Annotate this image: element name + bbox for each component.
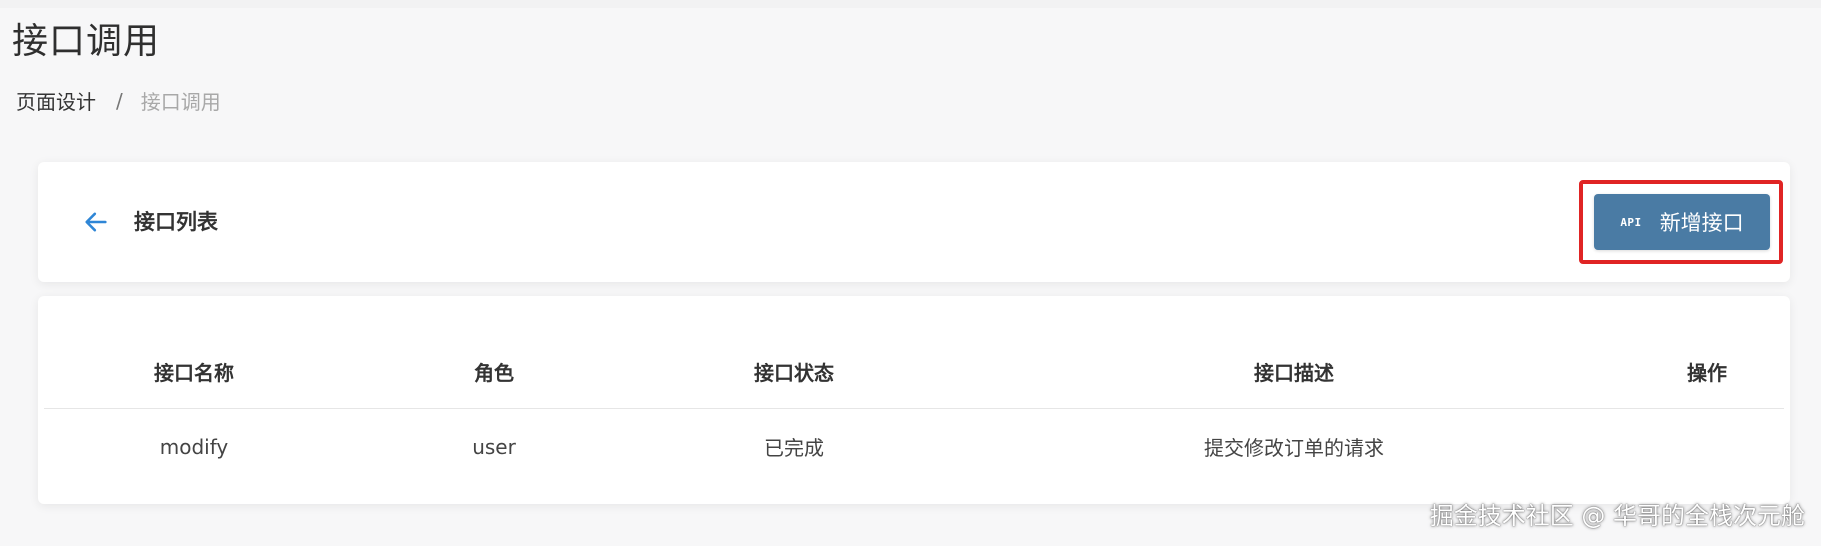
breadcrumb-parent-link[interactable]: 页面设计 (16, 86, 96, 115)
column-header-description: 接口描述 (1254, 361, 1334, 385)
page-title: 接口调用 (12, 21, 161, 62)
cell-role: user (472, 434, 516, 459)
breadcrumb: 页面设计 / 接口调用 (16, 86, 221, 115)
back-button[interactable] (78, 204, 114, 240)
api-icon: API (1620, 215, 1642, 229)
table-header-row: 接口名称 角色 接口状态 接口描述 操作 (44, 334, 1784, 409)
column-header-name: 接口名称 (154, 361, 234, 385)
watermark: 掘金技术社区 @ 华哥的全栈次元舱 (1429, 502, 1805, 530)
cell-status: 已完成 (764, 436, 824, 460)
cell-description: 提交修改订单的请求 (1204, 436, 1384, 460)
cell-api-name: modify (159, 434, 229, 459)
list-title: 接口列表 (134, 210, 218, 234)
table-row: modify user 已完成 提交修改订单的请求 (44, 409, 1784, 484)
column-header-status: 接口状态 (754, 361, 834, 385)
breadcrumb-current: 接口调用 (140, 90, 221, 114)
column-header-actions: 操作 (1687, 361, 1727, 385)
list-header-card: 接口列表 API 新增接口 (38, 162, 1790, 282)
column-header-role: 角色 (474, 361, 514, 385)
top-bar (0, 0, 1821, 8)
add-api-button[interactable]: API 新增接口 (1594, 194, 1770, 250)
arrow-left-icon (85, 212, 107, 232)
api-table-card: 接口名称 角色 接口状态 接口描述 操作 modify user 已完成 提交修… (38, 296, 1790, 504)
breadcrumb-separator: / (116, 88, 123, 113)
add-api-label: 新增接口 (1659, 211, 1744, 235)
